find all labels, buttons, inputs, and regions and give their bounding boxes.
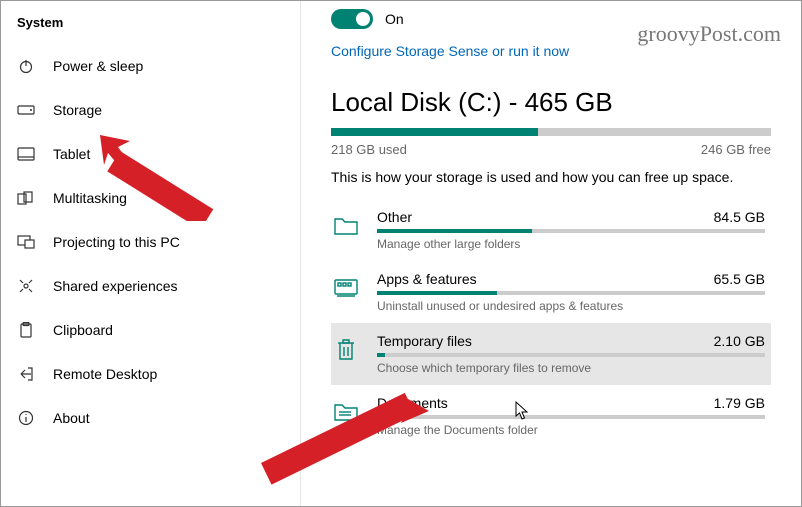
category-name: Documents [377, 395, 448, 411]
sidebar-item-tablet[interactable]: Tablet [1, 132, 300, 176]
category-bar [377, 291, 765, 295]
disk-used-label: 218 GB used [331, 142, 407, 157]
sidebar-item-label: Clipboard [53, 322, 113, 338]
sidebar-item-label: Multitasking [53, 190, 127, 206]
category-name: Apps & features [377, 271, 477, 287]
projecting-icon [17, 233, 35, 251]
documents-icon [331, 397, 361, 427]
sidebar-item-label: Power & sleep [53, 58, 143, 74]
configure-storage-sense-link[interactable]: Configure Storage Sense or run it now [331, 43, 569, 59]
category-size: 2.10 GB [714, 333, 765, 349]
category-bar [377, 415, 765, 419]
sidebar-item-label: Storage [53, 102, 102, 118]
category-size: 84.5 GB [714, 209, 765, 225]
sidebar-item-label: Tablet [53, 146, 90, 162]
category-bar [377, 353, 765, 357]
sidebar-item-multitasking[interactable]: Multitasking [1, 176, 300, 220]
disk-title: Local Disk (C:) - 465 GB [331, 87, 771, 118]
sidebar-item-remote-desktop[interactable]: Remote Desktop [1, 352, 300, 396]
sidebar-item-label: Remote Desktop [53, 366, 157, 382]
category-documents[interactable]: Documents 1.79 GB Manage the Documents f… [331, 385, 771, 447]
category-temporary-files[interactable]: Temporary files 2.10 GB Choose which tem… [331, 323, 771, 385]
sidebar-item-power-sleep[interactable]: Power & sleep [1, 44, 300, 88]
remote-desktop-icon [17, 365, 35, 383]
category-size: 1.79 GB [714, 395, 765, 411]
multitasking-icon [17, 189, 35, 207]
sidebar-title: System [1, 9, 300, 44]
apps-icon [331, 273, 361, 303]
category-sub: Uninstall unused or undesired apps & fea… [377, 299, 765, 313]
sidebar-item-storage[interactable]: Storage [1, 88, 300, 132]
storage-sense-toggle[interactable] [331, 9, 373, 29]
category-size: 65.5 GB [714, 271, 765, 287]
sidebar-item-projecting[interactable]: Projecting to this PC [1, 220, 300, 264]
tablet-icon [17, 145, 35, 163]
toggle-label: On [385, 11, 404, 27]
category-apps-features[interactable]: Apps & features 65.5 GB Uninstall unused… [331, 261, 771, 323]
category-name: Temporary files [377, 333, 472, 349]
power-icon [17, 57, 35, 75]
category-bar [377, 229, 765, 233]
sidebar-item-label: Shared experiences [53, 278, 178, 294]
category-sub: Choose which temporary files to remove [377, 361, 765, 375]
category-other[interactable]: Other 84.5 GB Manage other large folders [331, 199, 771, 261]
trash-icon [331, 335, 361, 365]
sidebar-item-shared-experiences[interactable]: Shared experiences [1, 264, 300, 308]
folder-icon [331, 211, 361, 241]
sidebar-item-label: Projecting to this PC [53, 234, 180, 250]
sidebar-item-label: About [53, 410, 90, 426]
category-sub: Manage other large folders [377, 237, 765, 251]
category-sub: Manage the Documents folder [377, 423, 765, 437]
disk-usage-bar [331, 128, 771, 136]
sidebar: System Power & sleep Storage Tablet Mult… [1, 1, 301, 506]
main-pane: On Configure Storage Sense or run it now… [301, 1, 801, 506]
storage-icon [17, 101, 35, 119]
sidebar-item-about[interactable]: About [1, 396, 300, 440]
clipboard-icon [17, 321, 35, 339]
info-icon [17, 409, 35, 427]
disk-free-label: 246 GB free [701, 142, 771, 157]
disk-description: This is how your storage is used and how… [331, 169, 771, 185]
category-name: Other [377, 209, 412, 225]
sidebar-item-clipboard[interactable]: Clipboard [1, 308, 300, 352]
shared-icon [17, 277, 35, 295]
